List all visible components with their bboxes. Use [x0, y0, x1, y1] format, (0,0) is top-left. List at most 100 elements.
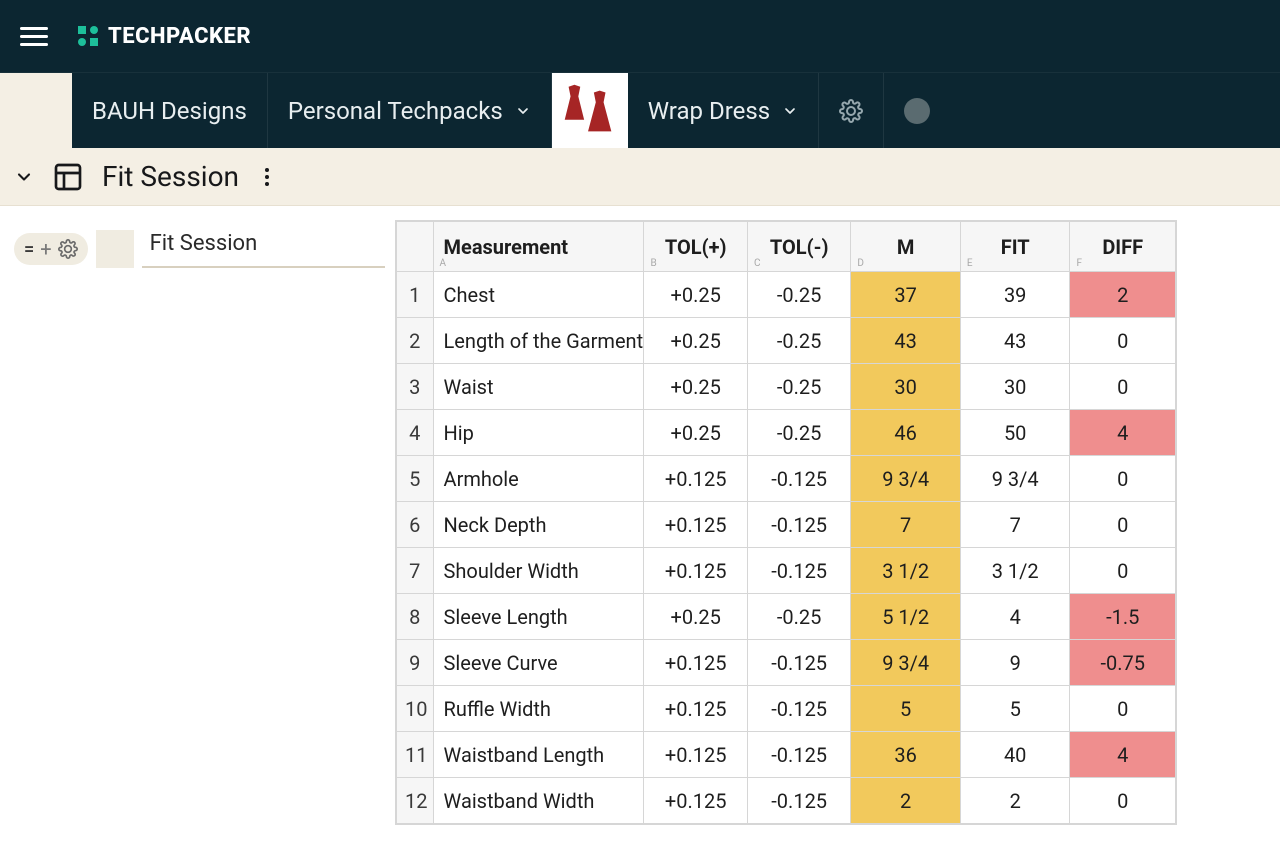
table-row[interactable]: 6Neck Depth+0.125-0.125770: [397, 502, 1176, 548]
row-number[interactable]: 1: [397, 272, 434, 318]
cell-tol-plus[interactable]: +0.25: [644, 272, 747, 318]
table-row[interactable]: 9Sleeve Curve+0.125-0.1259 3/49-0.75: [397, 640, 1176, 686]
cell-tol-plus[interactable]: +0.125: [644, 640, 747, 686]
table-row[interactable]: 3Waist+0.25-0.2530300: [397, 364, 1176, 410]
col-m[interactable]: M D: [851, 222, 961, 272]
user-avatar[interactable]: [884, 73, 950, 148]
cell-tol-minus[interactable]: -0.25: [747, 272, 850, 318]
cell-m[interactable]: 46: [851, 410, 961, 456]
cell-tol-plus[interactable]: +0.25: [644, 410, 747, 456]
cell-fit[interactable]: 43: [960, 318, 1070, 364]
chevron-down-icon[interactable]: [14, 167, 34, 187]
cell-tol-plus[interactable]: +0.125: [644, 548, 747, 594]
row-number[interactable]: 12: [397, 778, 434, 824]
row-number[interactable]: 9: [397, 640, 434, 686]
cell-fit[interactable]: 9 3/4: [960, 456, 1070, 502]
col-measurement[interactable]: Measurement A: [433, 222, 644, 272]
cell-diff[interactable]: 0: [1070, 686, 1176, 732]
cell-m[interactable]: 2: [851, 778, 961, 824]
cell-tol-minus[interactable]: -0.125: [747, 640, 850, 686]
cell-measurement[interactable]: Waistband Width: [433, 778, 644, 824]
cell-diff[interactable]: 0: [1070, 502, 1176, 548]
cell-m[interactable]: 30: [851, 364, 961, 410]
settings-button[interactable]: [819, 73, 884, 148]
row-number[interactable]: 3: [397, 364, 434, 410]
table-row[interactable]: 10Ruffle Width+0.125-0.125550: [397, 686, 1176, 732]
corner-cell[interactable]: [397, 222, 434, 272]
cell-measurement[interactable]: Chest: [433, 272, 644, 318]
cell-fit[interactable]: 50: [960, 410, 1070, 456]
fit-session-sheet[interactable]: Measurement A TOL(+) B TOL(-) C M: [395, 220, 1177, 825]
cell-fit[interactable]: 4: [960, 594, 1070, 640]
row-number[interactable]: 6: [397, 502, 434, 548]
col-fit[interactable]: FIT E: [960, 222, 1070, 272]
app-logo[interactable]: TECHPACKER: [76, 24, 251, 49]
cell-fit[interactable]: 7: [960, 502, 1070, 548]
section-menu-button[interactable]: [257, 167, 277, 187]
cell-fit[interactable]: 30: [960, 364, 1070, 410]
cell-tol-minus[interactable]: -0.125: [747, 548, 850, 594]
cell-tol-minus[interactable]: -0.25: [747, 410, 850, 456]
table-row[interactable]: 8Sleeve Length+0.25-0.255 1/24-1.5: [397, 594, 1176, 640]
cell-measurement[interactable]: Ruffle Width: [433, 686, 644, 732]
layout-icon[interactable]: [52, 161, 84, 193]
cell-diff[interactable]: -0.75: [1070, 640, 1176, 686]
cell-measurement[interactable]: Hip: [433, 410, 644, 456]
cell-fit[interactable]: 2: [960, 778, 1070, 824]
cell-diff[interactable]: -1.5: [1070, 594, 1176, 640]
add-icon[interactable]: +: [40, 237, 51, 261]
cell-diff[interactable]: 4: [1070, 410, 1176, 456]
cell-m[interactable]: 7: [851, 502, 961, 548]
cell-measurement[interactable]: Shoulder Width: [433, 548, 644, 594]
table-row[interactable]: 11Waistband Length+0.125-0.12536404: [397, 732, 1176, 778]
cell-measurement[interactable]: Sleeve Curve: [433, 640, 644, 686]
cell-fit[interactable]: 9: [960, 640, 1070, 686]
cell-m[interactable]: 3 1/2: [851, 548, 961, 594]
cell-tol-plus[interactable]: +0.25: [644, 364, 747, 410]
breadcrumb-folder[interactable]: Personal Techpacks: [268, 73, 552, 148]
breadcrumb-org[interactable]: BAUH Designs: [72, 73, 268, 148]
cell-measurement[interactable]: Waistband Length: [433, 732, 644, 778]
col-diff[interactable]: DIFF F: [1070, 222, 1176, 272]
cell-m[interactable]: 5: [851, 686, 961, 732]
cell-tol-minus[interactable]: -0.25: [747, 318, 850, 364]
row-number[interactable]: 8: [397, 594, 434, 640]
cell-diff[interactable]: 0: [1070, 778, 1176, 824]
cell-tol-plus[interactable]: +0.25: [644, 594, 747, 640]
row-number[interactable]: 2: [397, 318, 434, 364]
cell-tol-minus[interactable]: -0.125: [747, 778, 850, 824]
sidebar-node[interactable]: = + Fit Session: [14, 230, 385, 268]
drag-handle-icon[interactable]: =: [24, 239, 34, 260]
cell-m[interactable]: 36: [851, 732, 961, 778]
cell-measurement[interactable]: Sleeve Length: [433, 594, 644, 640]
cell-tol-plus[interactable]: +0.125: [644, 502, 747, 548]
row-number[interactable]: 4: [397, 410, 434, 456]
row-number[interactable]: 5: [397, 456, 434, 502]
cell-m[interactable]: 5 1/2: [851, 594, 961, 640]
cell-m[interactable]: 9 3/4: [851, 456, 961, 502]
table-row[interactable]: 5Armhole+0.125-0.1259 3/49 3/40: [397, 456, 1176, 502]
table-row[interactable]: 1Chest+0.25-0.2537392: [397, 272, 1176, 318]
cell-tol-minus[interactable]: -0.125: [747, 502, 850, 548]
cell-tol-minus[interactable]: -0.125: [747, 456, 850, 502]
table-row[interactable]: 2Length of the Garment+0.25-0.2543430: [397, 318, 1176, 364]
col-tol-plus[interactable]: TOL(+) B: [644, 222, 747, 272]
col-tol-minus[interactable]: TOL(-) C: [747, 222, 850, 272]
row-number[interactable]: 10: [397, 686, 434, 732]
cell-measurement[interactable]: Waist: [433, 364, 644, 410]
cell-fit[interactable]: 40: [960, 732, 1070, 778]
node-controls[interactable]: = +: [14, 233, 88, 265]
cell-tol-plus[interactable]: +0.125: [644, 732, 747, 778]
table-row[interactable]: 7Shoulder Width+0.125-0.1253 1/23 1/20: [397, 548, 1176, 594]
cell-tol-plus[interactable]: +0.125: [644, 686, 747, 732]
row-number[interactable]: 7: [397, 548, 434, 594]
cell-fit[interactable]: 3 1/2: [960, 548, 1070, 594]
cell-diff[interactable]: 0: [1070, 456, 1176, 502]
cell-tol-plus[interactable]: +0.25: [644, 318, 747, 364]
menu-button[interactable]: [20, 18, 56, 54]
cell-m[interactable]: 37: [851, 272, 961, 318]
cell-diff[interactable]: 0: [1070, 318, 1176, 364]
table-row[interactable]: 12Waistband Width+0.125-0.125220: [397, 778, 1176, 824]
cell-tol-plus[interactable]: +0.125: [644, 778, 747, 824]
cell-measurement[interactable]: Length of the Garment: [433, 318, 644, 364]
